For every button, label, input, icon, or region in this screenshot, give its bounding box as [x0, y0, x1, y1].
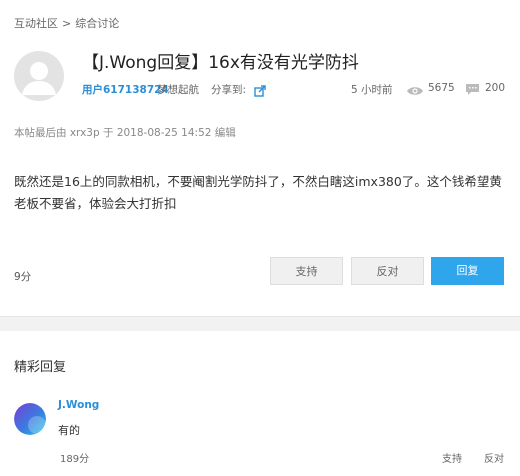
- breadcrumb-item-general[interactable]: 综合讨论: [75, 15, 119, 31]
- section-divider: [0, 316, 520, 331]
- reply-oppose-button[interactable]: 反对: [484, 450, 504, 465]
- reply-avatar-logo-icon: [14, 403, 46, 435]
- reply-button[interactable]: 回复: [431, 257, 504, 285]
- author-name[interactable]: 用户617138724: [82, 82, 169, 97]
- support-button[interactable]: 支持: [270, 257, 343, 285]
- author-signature: 梦想起航: [157, 84, 199, 96]
- comment-icon: [465, 81, 480, 100]
- reply-avatar[interactable]: [14, 403, 46, 435]
- reply-text: 有的: [58, 424, 80, 437]
- share-icon[interactable]: [254, 82, 266, 101]
- eye-icon: [406, 82, 424, 101]
- post-score: 9分: [14, 271, 32, 283]
- breadcrumb-item-community[interactable]: 互动社区: [14, 15, 58, 31]
- reply-username[interactable]: J.Wong: [58, 399, 99, 411]
- share-label: 分享到:: [211, 84, 247, 96]
- avatar-placeholder-icon: [22, 62, 56, 95]
- breadcrumb-separator: >: [62, 17, 72, 30]
- author-avatar[interactable]: [14, 51, 64, 101]
- reply-support-button[interactable]: 支持: [442, 450, 462, 465]
- view-count: 5675: [428, 82, 455, 94]
- replies-heading: 精彩回复: [14, 360, 67, 375]
- breadcrumb: 互动社区 > 综合讨论: [14, 15, 119, 31]
- post-content: 既然还是16上的同款相机，不要阉割光学防抖了，不然白瞎这imx380了。这个钱希…: [14, 174, 502, 211]
- oppose-button[interactable]: 反对: [351, 257, 424, 285]
- edit-note: 本帖最后由 xrx3p 于 2018-08-25 14:52 编辑: [14, 127, 236, 139]
- reply-score: 189分: [60, 454, 90, 465]
- post-title: 【J.Wong回复】16x有没有光学防抖: [82, 53, 359, 73]
- comment-count: 200: [485, 82, 506, 94]
- post-time: 5 小时前: [351, 84, 393, 96]
